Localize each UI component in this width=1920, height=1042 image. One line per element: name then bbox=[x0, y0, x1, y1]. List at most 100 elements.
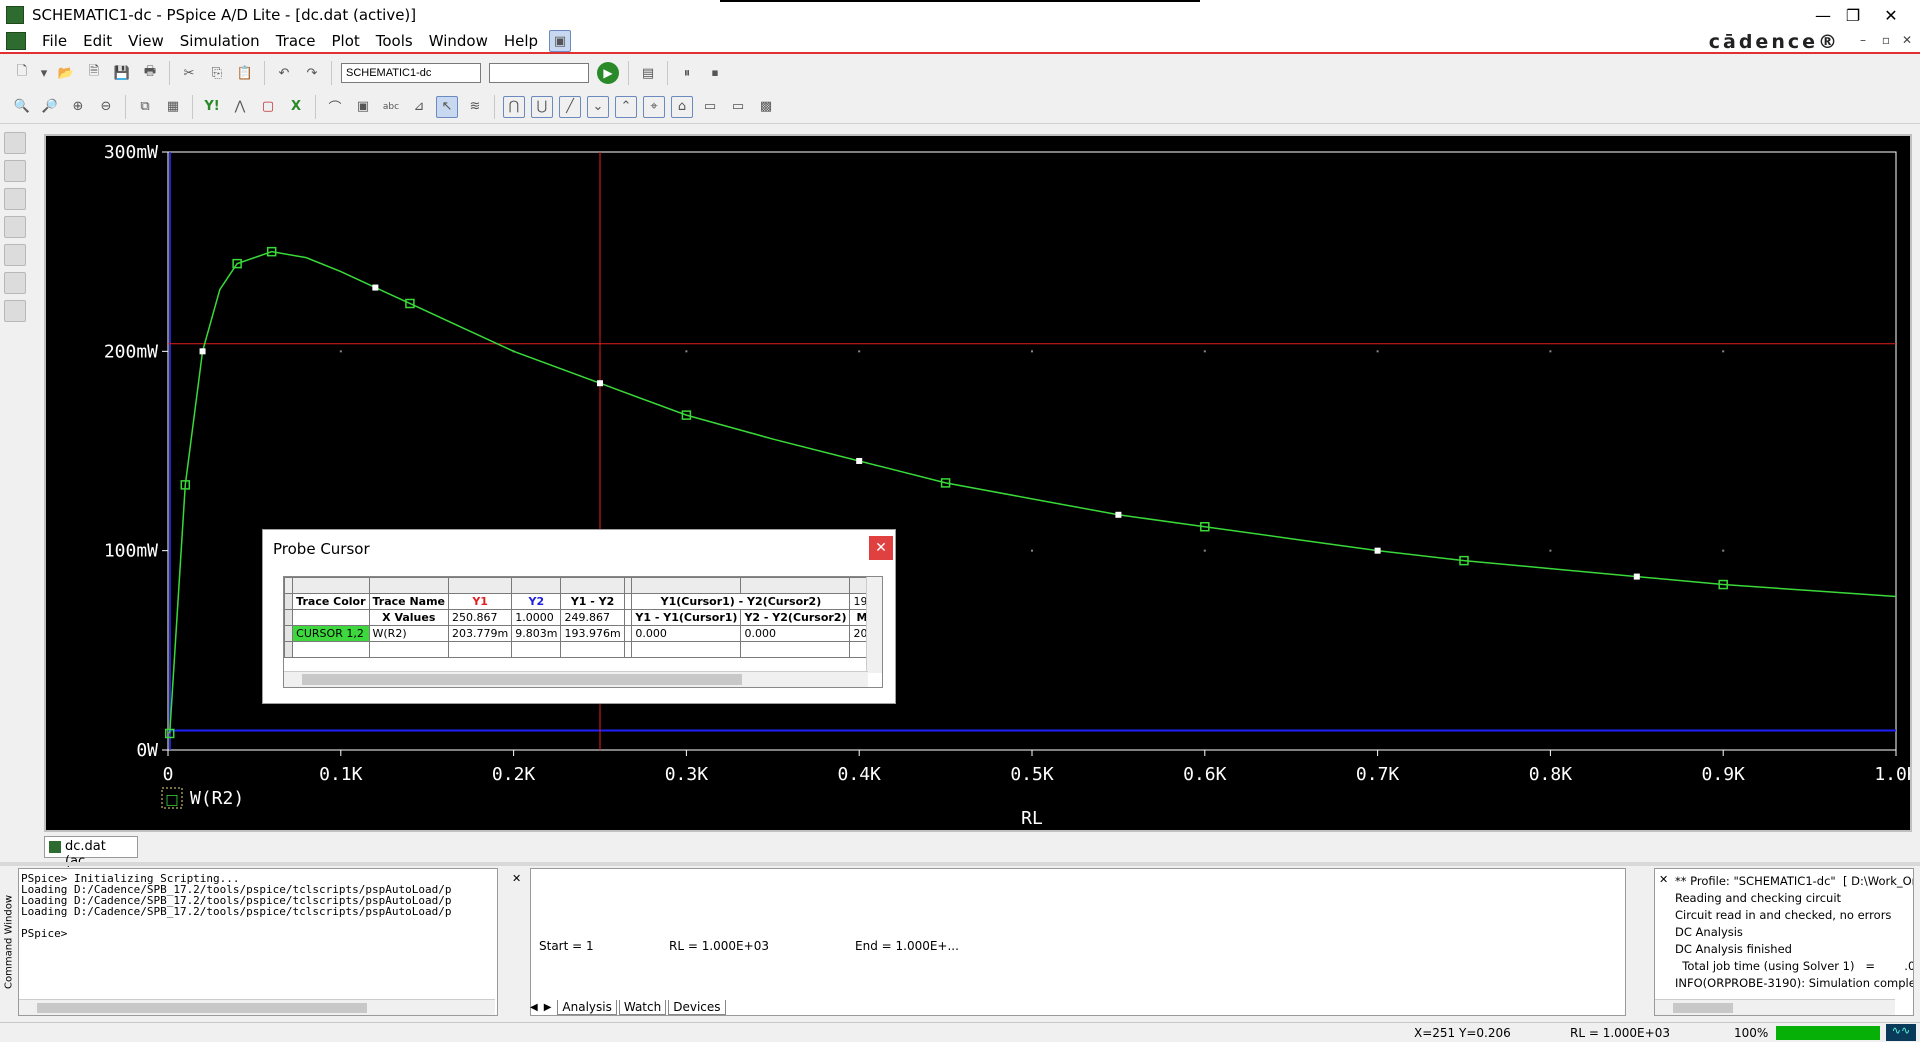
markers-icon[interactable] bbox=[4, 244, 26, 266]
save-icon[interactable]: 💾 bbox=[111, 62, 133, 84]
paste-icon[interactable]: 📋 bbox=[234, 62, 256, 84]
add-trace-icon[interactable]: ▢ bbox=[257, 96, 279, 118]
mdi-restore-button[interactable]: ▫ bbox=[1882, 33, 1890, 47]
probe-vertical-scrollbar[interactable] bbox=[866, 577, 882, 673]
menu-window[interactable]: Window bbox=[421, 32, 496, 50]
menu-plot[interactable]: Plot bbox=[323, 32, 367, 50]
cursor-slope-icon[interactable]: ╱ bbox=[559, 95, 581, 118]
output-horizontal-scrollbar[interactable] bbox=[1655, 999, 1895, 1015]
view-output-icon[interactable]: ▤ bbox=[637, 62, 659, 84]
cursor-point-icon[interactable]: ⌖ bbox=[643, 95, 665, 118]
edit-profile-icon[interactable] bbox=[4, 160, 26, 182]
trace-name-cell[interactable]: W(R2) bbox=[368, 625, 450, 642]
stop-icon[interactable]: ⏹ bbox=[704, 62, 726, 84]
axis-settings-icon[interactable]: ⊿ bbox=[408, 96, 430, 118]
splitter[interactable] bbox=[0, 862, 1920, 866]
stimulus-icon[interactable] bbox=[4, 300, 26, 322]
eval-measurement-icon[interactable]: X bbox=[285, 96, 307, 118]
redo-icon[interactable]: ↷ bbox=[301, 62, 323, 84]
view-waveform-icon[interactable] bbox=[4, 216, 26, 238]
y1-value-cell[interactable]: 203.779m bbox=[448, 625, 513, 642]
probe-cursor-dialog[interactable]: Probe Cursor ✕ Trace Color Trace Name Y1… bbox=[262, 529, 896, 704]
y2-value-cell[interactable]: 9.803m bbox=[511, 625, 562, 642]
plot-tab[interactable]: dc.dat (ac... bbox=[44, 836, 138, 869]
pause-icon[interactable]: ⏸ bbox=[676, 62, 698, 84]
probe-close-button[interactable]: ✕ bbox=[869, 536, 893, 560]
probe-cursor-grid[interactable]: Trace Color Trace Name Y1 Y2 Y1 - Y2 Y1(… bbox=[283, 576, 883, 688]
menu-edit[interactable]: Edit bbox=[75, 32, 120, 50]
scroll-thumb[interactable] bbox=[37, 1003, 367, 1013]
tab-next-icon[interactable]: ▶ bbox=[544, 1002, 552, 1013]
scroll-thumb[interactable] bbox=[1673, 1003, 1733, 1013]
menu-help[interactable]: Help bbox=[496, 32, 546, 50]
plot-window[interactable]: 0 0.1K 0.2K 0.3K 0.4K 0.5K 0.6K 0.7K 0.8K 0.9K 1.0… bbox=[44, 134, 1912, 832]
simulation-profile-combo[interactable] bbox=[341, 63, 481, 83]
zoom-area-icon[interactable]: ⊕ bbox=[67, 96, 89, 118]
waveform-plot[interactable]: 0 0.1K 0.2K 0.3K 0.4K 0.5K 0.6K 0.7K 0.8K 0.9K 1.0… bbox=[46, 136, 1910, 830]
output-pane-close-icon[interactable]: ✕ bbox=[1659, 871, 1668, 888]
new-icon[interactable]: 🗋 bbox=[11, 62, 33, 84]
mark-label-icon[interactable]: ▣ bbox=[352, 96, 374, 118]
sim-start-value: Start = 1 bbox=[539, 939, 594, 953]
waveform-icon[interactable]: ≋ bbox=[464, 96, 486, 118]
cursor-mark-icon[interactable]: ▭ bbox=[727, 96, 749, 118]
menu-trace[interactable]: Trace bbox=[268, 32, 324, 50]
log-x-axis-icon[interactable]: ⧉ bbox=[134, 96, 156, 118]
grid-data-row[interactable]: CURSOR 1,2 W(R2) 203.779m 9.803m 193.976… bbox=[284, 625, 882, 642]
cursor-color-cell[interactable]: CURSOR 1,2 bbox=[292, 625, 370, 642]
command-window[interactable]: PSpice> Initializing Scripting... Loading… bbox=[18, 868, 498, 1016]
tab-prev-icon[interactable]: ◀ bbox=[530, 1002, 538, 1013]
zoom-in-icon[interactable]: 🔍 bbox=[11, 96, 33, 118]
menu-file[interactable]: File bbox=[34, 32, 75, 50]
print-icon[interactable]: 🖶 bbox=[139, 62, 161, 84]
cursor-max-icon[interactable]: ⌃ bbox=[615, 95, 637, 118]
dropdown-arrow-icon[interactable]: ▾ bbox=[39, 62, 49, 84]
tab-devices[interactable]: Devices bbox=[668, 999, 726, 1015]
document-icon[interactable] bbox=[6, 32, 26, 50]
tab-watch[interactable]: Watch bbox=[618, 999, 667, 1015]
run-simulation-button[interactable]: ▶ bbox=[597, 62, 619, 84]
zoom-fit-icon[interactable]: ⊖ bbox=[95, 96, 117, 118]
cascade-windows-icon[interactable]: ▣ bbox=[549, 30, 572, 52]
cursor-trough-icon[interactable]: ⋃ bbox=[531, 95, 553, 118]
open-folder-icon[interactable]: 📂 bbox=[55, 62, 77, 84]
fourier-icon[interactable]: ▦ bbox=[162, 96, 184, 118]
cursor-select-icon[interactable]: ↖ bbox=[436, 95, 458, 118]
menu-simulation[interactable]: Simulation bbox=[172, 32, 268, 50]
cursor-next-icon[interactable]: ▭ bbox=[699, 96, 721, 118]
toggle-cursor-icon[interactable]: ▩ bbox=[755, 96, 777, 118]
open-file-icon[interactable]: 🗎 bbox=[83, 62, 105, 84]
text-label-icon[interactable]: abc bbox=[380, 96, 402, 118]
performance-analysis-icon[interactable]: ⋀ bbox=[229, 96, 251, 118]
edit-models-icon[interactable] bbox=[4, 272, 26, 294]
command-pane-close-icon[interactable]: ✕ bbox=[512, 872, 521, 885]
section-combo[interactable] bbox=[489, 63, 589, 83]
menu-view[interactable]: View bbox=[120, 32, 172, 50]
close-button[interactable]: ✕ bbox=[1868, 0, 1914, 30]
cursor-search-icon[interactable]: ⌂ bbox=[671, 95, 693, 118]
scroll-thumb[interactable] bbox=[302, 674, 742, 685]
tab-analysis[interactable]: Analysis bbox=[557, 999, 617, 1015]
probe-horizontal-scrollbar[interactable] bbox=[284, 671, 868, 687]
maximize-button[interactable]: ❐ bbox=[1806, 0, 1860, 30]
y1-cursor1-value-cell[interactable]: 0.000 bbox=[631, 625, 742, 642]
copy-icon[interactable]: ⎘ bbox=[206, 62, 228, 84]
undo-icon[interactable]: ↶ bbox=[273, 62, 295, 84]
cursor-min-icon[interactable]: ⌄ bbox=[587, 95, 609, 118]
simulation-settings-icon[interactable] bbox=[4, 132, 26, 154]
command-horizontal-scrollbar[interactable] bbox=[19, 999, 495, 1015]
plot-window-icon[interactable]: ⌒ bbox=[324, 96, 346, 118]
menu-tools[interactable]: Tools bbox=[368, 32, 421, 50]
cut-icon[interactable]: ✂ bbox=[178, 62, 200, 84]
y2-cursor2-value-cell[interactable]: 0.000 bbox=[740, 625, 851, 642]
command-output: PSpice> Initializing Scripting... Loading… bbox=[21, 873, 495, 939]
view-output-file-icon[interactable] bbox=[4, 188, 26, 210]
output-window[interactable]: ✕ ** Profile: "SCHEMATIC1-dc" [ D:\Work_… bbox=[1654, 868, 1914, 1016]
y1-y2-value-cell[interactable]: 193.976m bbox=[560, 625, 625, 642]
grid-dot bbox=[1203, 350, 1206, 353]
cursor-peak-icon[interactable]: ⋂ bbox=[503, 95, 525, 118]
mdi-minimize-button[interactable]: – bbox=[1860, 33, 1866, 47]
zoom-out-icon[interactable]: 🔎 bbox=[39, 96, 61, 118]
add-y-axis-icon[interactable]: Y! bbox=[201, 96, 223, 118]
mdi-close-button[interactable]: ✕ bbox=[1902, 33, 1912, 47]
